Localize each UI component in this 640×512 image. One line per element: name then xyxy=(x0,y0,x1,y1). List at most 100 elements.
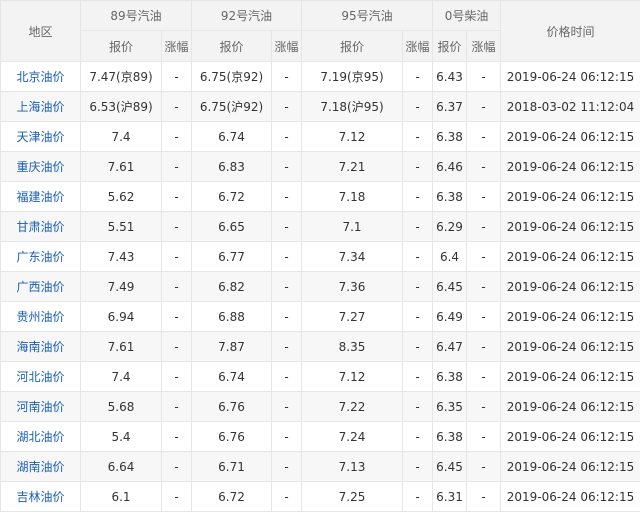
change-92: - xyxy=(271,331,302,362)
price-89: 6.53(沪89) xyxy=(80,91,162,122)
region-link[interactable]: 广西油价 xyxy=(0,271,81,302)
change-92: - xyxy=(271,241,302,272)
price-diesel: 6.38 xyxy=(432,121,467,152)
change-95: - xyxy=(402,481,433,512)
change-subheader: 涨幅 xyxy=(465,30,502,62)
price-time: 2019-06-24 06:12:15 xyxy=(500,61,640,92)
change-92: - xyxy=(271,391,302,422)
change-95: - xyxy=(402,241,433,272)
change-89: - xyxy=(161,391,192,422)
table-row: 重庆油价 7.61-6.83-7.21-6.46-2019-06-24 06:12… xyxy=(0,151,640,182)
group-header-95: 95号汽油 xyxy=(301,0,433,31)
change-89: - xyxy=(161,61,192,92)
table-row: 天津油价 7.4-6.74-7.12-6.38-2019-06-24 06:12:… xyxy=(0,121,640,152)
price-diesel: 6.45 xyxy=(432,451,467,482)
change-89: - xyxy=(161,151,192,182)
price-95: 7.34 xyxy=(301,241,403,272)
region-link[interactable]: 湖北油价 xyxy=(0,421,81,452)
price-95: 7.24 xyxy=(301,421,403,452)
region-link[interactable]: 贵州油价 xyxy=(0,301,81,332)
change-diesel: - xyxy=(465,151,502,182)
region-link[interactable]: 广东油价 xyxy=(0,241,81,272)
price-92: 6.82 xyxy=(191,271,272,302)
price-92: 6.65 xyxy=(191,211,272,242)
price-time: 2019-06-24 06:12:15 xyxy=(500,481,640,512)
price-time: 2019-06-24 06:12:15 xyxy=(500,301,640,332)
price-95: 7.12 xyxy=(301,121,403,152)
price-diesel: 6.35 xyxy=(432,391,467,422)
change-subheader: 涨幅 xyxy=(402,30,433,62)
table-body: 北京油价 7.47(京89) -6.75(京92) -7.19(京95) -6.43-2… xyxy=(0,61,640,512)
price-92: 6.74 xyxy=(191,121,272,152)
price-92: 6.77 xyxy=(191,241,272,272)
change-89: - xyxy=(161,481,192,512)
change-92: - xyxy=(271,271,302,302)
price-92: 6.83 xyxy=(191,151,272,182)
price-time: 2019-06-24 06:12:15 xyxy=(500,361,640,392)
change-diesel: - xyxy=(465,61,502,92)
price-95: 7.21 xyxy=(301,151,403,182)
change-diesel: - xyxy=(465,361,502,392)
change-89: - xyxy=(161,361,192,392)
price-diesel: 6.29 xyxy=(432,211,467,242)
price-89: 5.4 xyxy=(80,421,162,452)
price-subheader: 报价 xyxy=(301,30,403,62)
change-95: - xyxy=(402,451,433,482)
table-row: 广东油价 7.43-6.77-7.34-6.4-2019-06-24 06:12:… xyxy=(0,241,640,272)
change-89: - xyxy=(161,91,192,122)
price-time: 2019-06-24 06:12:15 xyxy=(500,181,640,212)
table-row: 上海油价 6.53(沪89) -6.75(沪92) -7.18(沪95) -6.37-2… xyxy=(0,91,640,122)
group-header-diesel: 0号柴油 xyxy=(431,0,502,31)
price-95: 7.1 xyxy=(301,211,403,242)
price-diesel: 6.31 xyxy=(432,481,467,512)
change-92: - xyxy=(271,121,302,152)
price-diesel: 6.47 xyxy=(432,331,467,362)
price-89: 6.94 xyxy=(80,301,162,332)
price-diesel: 6.38 xyxy=(432,181,467,212)
price-diesel: 6.45 xyxy=(432,271,467,302)
table-row: 贵州油价 6.94-6.88-7.27-6.49-2019-06-24 06:12… xyxy=(0,301,640,332)
table-row: 福建油价 5.62-6.72-7.18-6.38-2019-06-24 06:12… xyxy=(0,181,640,212)
region-link[interactable]: 河南油价 xyxy=(0,391,81,422)
change-92: - xyxy=(271,211,302,242)
price-95: 8.35 xyxy=(301,331,403,362)
price-89: 6.64 xyxy=(80,451,162,482)
region-link[interactable]: 重庆油价 xyxy=(0,151,81,182)
time-header: 价格时间 xyxy=(500,0,640,62)
region-link[interactable]: 海南油价 xyxy=(0,331,81,362)
change-89: - xyxy=(161,331,192,362)
price-time: 2019-06-24 06:12:15 xyxy=(500,391,640,422)
region-link[interactable]: 福建油价 xyxy=(0,181,81,212)
region-link[interactable]: 上海油价 xyxy=(0,91,81,122)
change-92: - xyxy=(271,181,302,212)
price-time: 2019-06-24 06:12:15 xyxy=(500,451,640,482)
price-time: 2019-06-24 06:12:15 xyxy=(500,271,640,302)
region-link[interactable]: 天津油价 xyxy=(0,121,81,152)
table-row: 广西油价 7.49-6.82-7.36-6.45-2019-06-24 06:12… xyxy=(0,271,640,302)
price-89: 7.4 xyxy=(80,121,162,152)
change-89: - xyxy=(161,181,192,212)
region-link[interactable]: 吉林油价 xyxy=(0,481,81,512)
price-95: 7.18(沪95) xyxy=(301,91,403,122)
change-92: - xyxy=(271,61,302,92)
price-89: 5.51 xyxy=(80,211,162,242)
change-89: - xyxy=(161,451,192,482)
price-diesel: 6.43 xyxy=(432,61,467,92)
region-link[interactable]: 湖南油价 xyxy=(0,451,81,482)
region-link[interactable]: 甘肃油价 xyxy=(0,211,81,242)
price-89: 5.68 xyxy=(80,391,162,422)
price-89: 7.47(京89) xyxy=(80,61,162,92)
price-95: 7.13 xyxy=(301,451,403,482)
price-time: 2019-06-24 06:12:15 xyxy=(500,241,640,272)
change-89: - xyxy=(161,241,192,272)
change-95: - xyxy=(402,331,433,362)
price-89: 6.1 xyxy=(80,481,162,512)
region-header: 地区 xyxy=(0,0,81,62)
price-92: 6.71 xyxy=(191,451,272,482)
change-89: - xyxy=(161,271,192,302)
region-link[interactable]: 北京油价 xyxy=(0,61,81,92)
change-diesel: - xyxy=(465,241,502,272)
price-92: 6.76 xyxy=(191,391,272,422)
region-link[interactable]: 河北油价 xyxy=(0,361,81,392)
oil-price-table: 地区 89号汽油 92号汽油 95号汽油 0号柴油 价格时间 报价 涨幅 报价 … xyxy=(0,0,640,512)
